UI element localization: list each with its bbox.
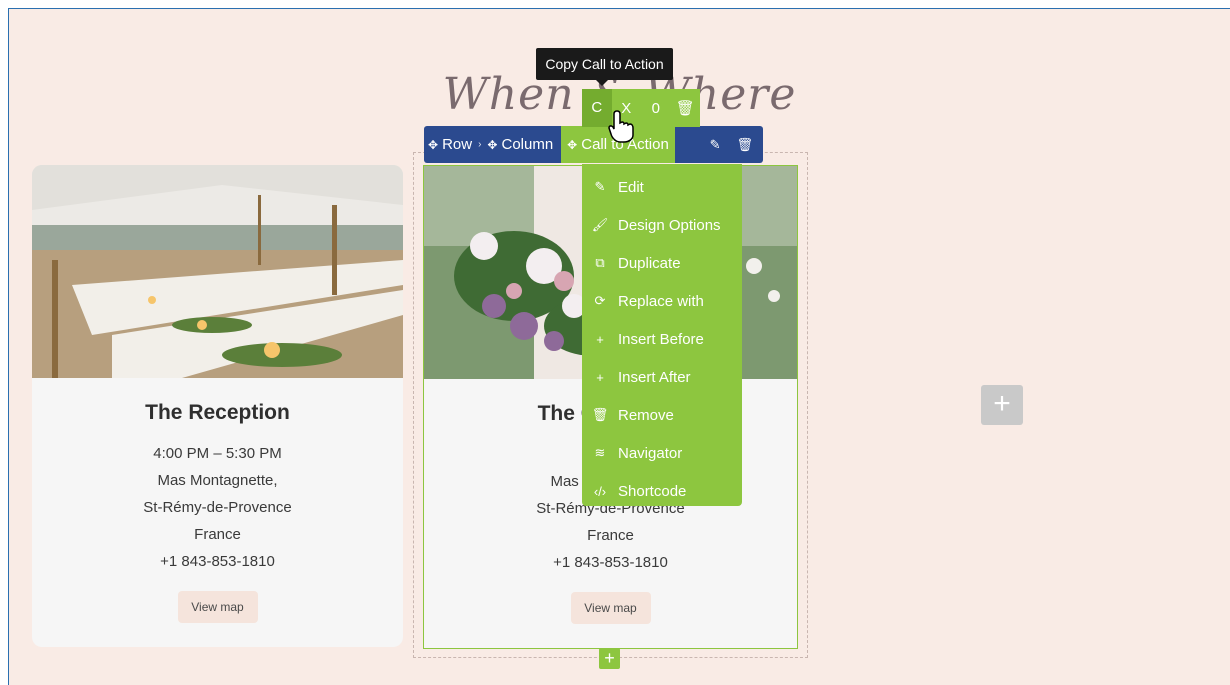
menu-item-insert-before[interactable]: + Insert Before xyxy=(582,320,742,358)
quick-toolbar: C X 0 🗑 xyxy=(582,89,700,127)
chevron-right-icon: › xyxy=(478,139,482,150)
add-row-button[interactable]: + xyxy=(981,385,1023,425)
move-icon: ✥ xyxy=(487,137,498,152)
card-country: France xyxy=(194,526,241,543)
code-icon: ‹/› xyxy=(593,483,607,499)
menu-item-duplicate[interactable]: ⧉ Duplicate xyxy=(582,244,742,282)
element-context-menu: ✎ Edit 🖌 Design Options ⧉ Duplicate ⟳ Re… xyxy=(582,164,742,506)
brush-icon: 🖌 xyxy=(591,217,609,232)
card-phone: +1 843-853-1810 xyxy=(553,554,668,571)
card-venue: Mas Montagnette, xyxy=(157,472,278,489)
trash-icon: 🗑 xyxy=(591,407,609,422)
trash-icon[interactable]: 🗑 xyxy=(671,99,701,117)
card-time: 4:00 PM – 5:30 PM xyxy=(153,445,282,462)
card-country: France xyxy=(587,527,634,544)
menu-item-design-options[interactable]: 🖌 Design Options xyxy=(582,206,742,244)
menu-item-label: Shortcode xyxy=(618,482,687,500)
menu-item-navigator[interactable]: ≋ Navigator xyxy=(582,434,742,472)
breadcrumb-column-label: Column xyxy=(501,136,554,153)
add-element-button[interactable]: + xyxy=(599,648,620,669)
menu-item-insert-after[interactable]: + Insert After xyxy=(582,358,742,396)
card-phone: +1 843-853-1810 xyxy=(160,553,275,570)
card-title: The Reception xyxy=(145,401,290,424)
menu-item-edit[interactable]: ✎ Edit xyxy=(582,168,742,206)
menu-item-label: Insert After xyxy=(618,368,691,386)
page-canvas: When & Where The xyxy=(8,8,1230,685)
pencil-icon: ✎ xyxy=(594,179,606,194)
card-city: St-Rémy-de-Provence xyxy=(143,499,292,516)
breadcrumb-column[interactable]: ✥ Column xyxy=(483,136,557,153)
menu-item-label: Insert Before xyxy=(618,330,704,348)
copy-tooltip: Copy Call to Action xyxy=(536,48,673,86)
counter: 0 xyxy=(651,99,660,117)
breadcrumb-row-label: Row xyxy=(442,136,473,153)
reception-card: The Reception 4:00 PM – 5:30 PM Mas Mont… xyxy=(32,165,403,647)
trash-icon[interactable]: 🗑 xyxy=(736,137,753,153)
menu-item-replace[interactable]: ⟳ Replace with xyxy=(582,282,742,320)
move-icon: ✥ xyxy=(567,137,578,152)
menu-item-label: Remove xyxy=(618,406,674,424)
menu-item-label: Edit xyxy=(618,178,644,196)
element-breadcrumb: ✥ Row › ✥ Column ✥ Call to Action ✎ 🗑 xyxy=(424,126,763,163)
hand-cursor-icon xyxy=(608,110,634,143)
menu-item-label: Replace with xyxy=(618,292,704,310)
duplicate-icon: ⧉ xyxy=(595,255,605,270)
reception-photo xyxy=(32,165,403,378)
view-map-button[interactable]: View map xyxy=(177,591,258,623)
menu-item-label: Navigator xyxy=(618,444,683,462)
menu-item-label: Design Options xyxy=(618,216,721,234)
layers-icon: ≋ xyxy=(594,445,606,460)
move-icon: ✥ xyxy=(428,137,439,152)
edit-pencil-icon[interactable]: ✎ xyxy=(710,137,721,153)
view-map-button[interactable]: View map xyxy=(570,592,651,624)
menu-item-remove[interactable]: 🗑 Remove xyxy=(582,396,742,434)
breadcrumb-row[interactable]: ✥ Row xyxy=(424,136,476,153)
menu-item-label: Duplicate xyxy=(618,254,681,272)
replace-icon: ⟳ xyxy=(594,293,606,308)
menu-item-shortcode[interactable]: ‹/› Shortcode xyxy=(582,472,742,510)
plus-icon: + xyxy=(596,369,604,385)
breadcrumb-actions: ✎ 🗑 xyxy=(710,137,763,153)
plus-icon: + xyxy=(596,331,604,347)
